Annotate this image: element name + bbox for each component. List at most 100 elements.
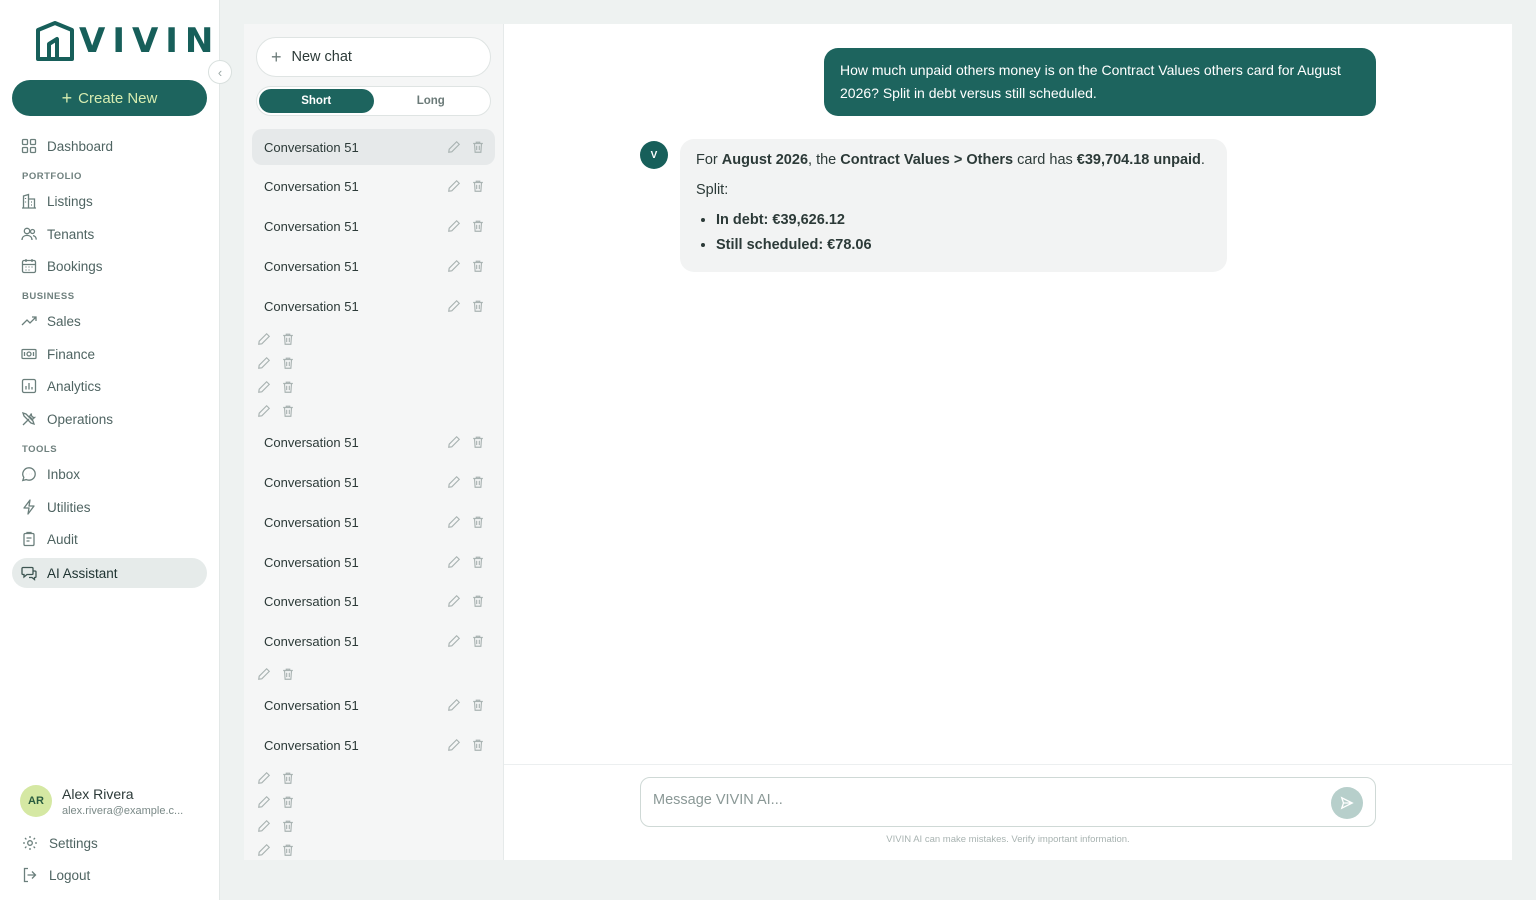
pencil-icon[interactable] (447, 475, 461, 489)
conversation-item[interactable]: Conversation 51 (252, 623, 495, 659)
banknote-icon (21, 348, 37, 360)
pencil-icon[interactable] (447, 259, 461, 273)
sidebar-item-bookings[interactable]: Bookings (12, 251, 207, 281)
pencil-icon[interactable] (257, 819, 271, 833)
bullet-in-debt: In debt: €39,626.12 (716, 208, 1211, 233)
trash-icon[interactable] (281, 843, 295, 857)
sidebar-item-analytics[interactable]: Analytics (12, 371, 207, 401)
trash-icon[interactable] (471, 594, 485, 608)
trash-icon[interactable] (281, 667, 295, 681)
sidebar-item-tenants[interactable]: Tenants (12, 219, 207, 249)
settings-button[interactable]: Settings (22, 835, 98, 851)
create-new-button[interactable]: + Create New (12, 80, 207, 116)
conversation-item[interactable]: Conversation 51 (252, 727, 495, 763)
pencil-icon[interactable] (447, 299, 461, 313)
pencil-icon[interactable] (447, 738, 461, 752)
pencil-icon[interactable] (447, 698, 461, 712)
conversation-item[interactable]: Conversation 51 (252, 583, 495, 619)
vivin-logo[interactable]: VIVIN (35, 20, 220, 62)
trash-icon[interactable] (471, 698, 485, 712)
trash-icon[interactable] (281, 356, 295, 370)
trash-icon[interactable] (471, 634, 485, 648)
conversation-item[interactable]: Conversation 51 (252, 424, 495, 460)
pencil-icon[interactable] (447, 219, 461, 233)
tab-long[interactable]: Long (374, 89, 489, 113)
trash-icon[interactable] (471, 259, 485, 273)
conversation-item[interactable]: Conversation 51 (252, 288, 495, 324)
sidebar-item-inbox[interactable]: Inbox (12, 459, 207, 489)
pencil-icon[interactable] (447, 515, 461, 529)
pencil-icon[interactable] (447, 594, 461, 608)
sidebar-item-label: Dashboard (47, 138, 114, 154)
send-button[interactable] (1331, 787, 1363, 819)
plus-icon: + (61, 88, 73, 108)
conversation-item[interactable]: Conversation 51 (252, 504, 495, 540)
conversation-title: Conversation 51 (264, 514, 359, 530)
sidebar-item-audit[interactable]: Audit (12, 524, 207, 554)
sidebar-item-label: Listings (47, 193, 93, 209)
pencil-icon[interactable] (257, 380, 271, 394)
answer-summary: For August 2026, the Contract Values > O… (696, 152, 1205, 168)
trash-icon[interactable] (471, 738, 485, 752)
pencil-icon[interactable] (447, 555, 461, 569)
sidebar-item-label: Utilities (47, 499, 91, 515)
conversation-item[interactable]: Conversation 51 (252, 168, 495, 204)
trash-icon[interactable] (471, 219, 485, 233)
trash-icon[interactable] (471, 515, 485, 529)
trash-icon[interactable] (281, 404, 295, 418)
sidebar-item-operations[interactable]: Operations (12, 404, 207, 434)
conversation-item[interactable]: Conversation 51 (252, 129, 495, 165)
message-input[interactable] (653, 792, 1313, 808)
pencil-icon[interactable] (257, 795, 271, 809)
pencil-icon[interactable] (257, 667, 271, 681)
trash-icon[interactable] (471, 299, 485, 313)
pencil-icon[interactable] (257, 332, 271, 346)
trash-icon[interactable] (471, 140, 485, 154)
pencil-icon[interactable] (257, 771, 271, 785)
chat-area: How much unpaid others money is on the C… (504, 24, 1512, 860)
conversation-item[interactable]: Conversation 51 (252, 544, 495, 580)
logout-button[interactable]: Logout (22, 867, 90, 883)
sidebar-item-label: Audit (47, 531, 78, 547)
conversation-title: Conversation 51 (264, 554, 359, 570)
pencil-icon[interactable] (447, 634, 461, 648)
user-profile[interactable]: AR Alex Rivera alex.rivera@example.c... (20, 785, 183, 817)
answer-split-label: Split: (696, 182, 729, 198)
avatar: AR (20, 785, 52, 817)
conversation-item-actions (257, 356, 295, 370)
trash-icon[interactable] (281, 380, 295, 394)
pencil-icon[interactable] (447, 435, 461, 449)
sidebar-item-utilities[interactable]: Utilities (12, 492, 207, 522)
pencil-icon[interactable] (447, 140, 461, 154)
pencil-icon[interactable] (257, 356, 271, 370)
sidebar-item-sales[interactable]: Sales (12, 306, 207, 336)
trash-icon[interactable] (281, 819, 295, 833)
sidebar-item-listings[interactable]: Listings (12, 186, 207, 216)
trash-icon[interactable] (281, 332, 295, 346)
create-new-label: Create New (78, 89, 158, 107)
trash-icon[interactable] (471, 435, 485, 449)
conversation-title: Conversation 51 (264, 258, 359, 274)
conversation-actions (447, 219, 485, 233)
sidebar-item-ai-assistant[interactable]: AI Assistant (12, 558, 207, 588)
trash-icon[interactable] (471, 555, 485, 569)
trash-icon[interactable] (471, 179, 485, 193)
user-email: alex.rivera@example.c... (62, 804, 184, 817)
assistant-avatar: V (640, 141, 668, 169)
conversation-item-actions (257, 819, 295, 833)
pencil-icon[interactable] (257, 404, 271, 418)
trash-icon[interactable] (471, 475, 485, 489)
sidebar-item-finance[interactable]: Finance (12, 339, 207, 369)
trash-icon[interactable] (281, 795, 295, 809)
pencil-icon[interactable] (257, 843, 271, 857)
trash-icon[interactable] (281, 771, 295, 785)
tab-short[interactable]: Short (259, 89, 374, 113)
sidebar-item-dashboard[interactable]: Dashboard (12, 131, 207, 161)
pencil-icon[interactable] (447, 179, 461, 193)
new-chat-button[interactable]: + New chat (256, 37, 491, 77)
conversation-item[interactable]: Conversation 51 (252, 464, 495, 500)
conversation-item[interactable]: Conversation 51 (252, 208, 495, 244)
conversation-item[interactable]: Conversation 51 (252, 248, 495, 284)
conversation-item[interactable]: Conversation 51 (252, 687, 495, 723)
collapse-sidebar-button[interactable]: ‹ (208, 60, 232, 84)
